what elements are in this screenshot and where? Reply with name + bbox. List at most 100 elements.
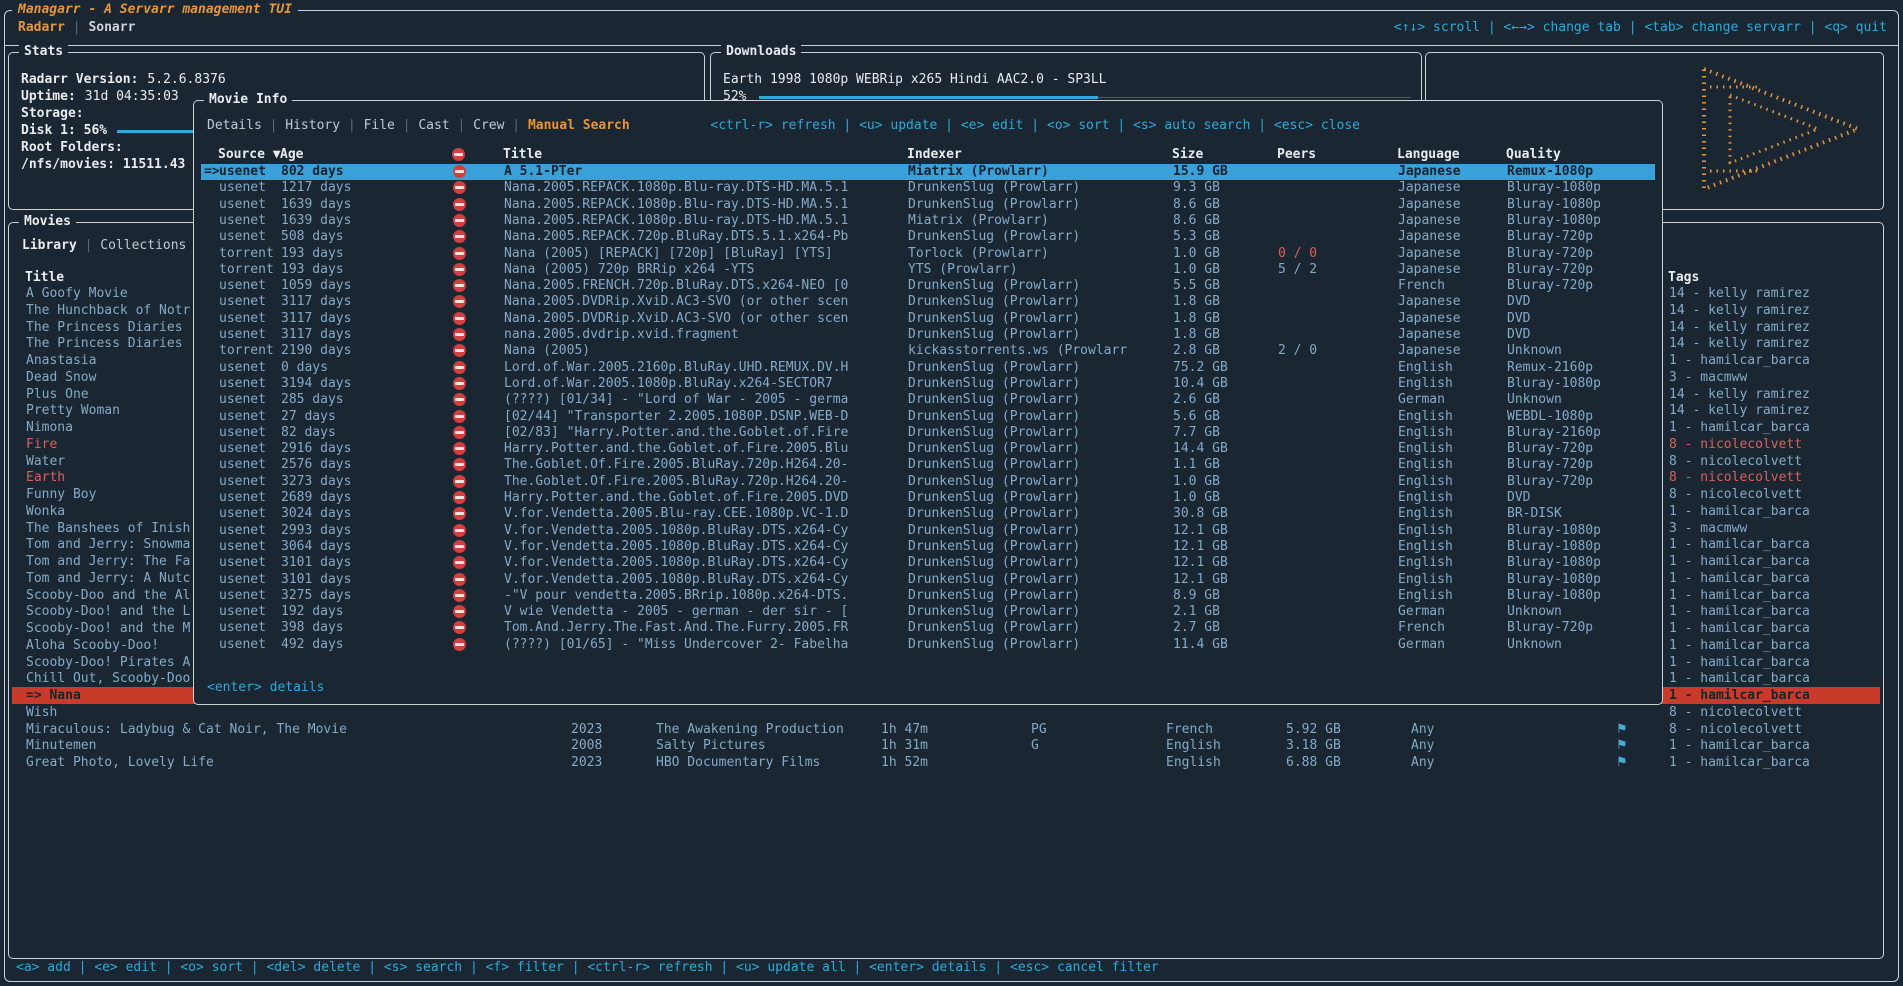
result-quality: Bluray-720p	[1507, 620, 1593, 636]
result-source: usenet	[219, 197, 266, 213]
result-age: 3273 days	[281, 474, 351, 490]
movie-quality-profile: Any	[1411, 754, 1434, 771]
result-language: German	[1398, 604, 1445, 620]
search-result-row[interactable]: usenet192 daysV wie Vendetta - 2005 - ge…	[201, 604, 1655, 620]
search-result-row[interactable]: usenet3117 daysNana.2005.DVDRip.XviD.AC3…	[201, 311, 1655, 327]
search-result-row[interactable]: usenet0 daysLord.of.War.2005.2160p.BluRa…	[201, 360, 1655, 376]
result-title: [02/44] "Transporter 2.2005.1080P.DSNP.W…	[504, 409, 902, 425]
result-title: Nana.2005.DVDRip.XviD.AC3-SVO (or other …	[504, 294, 902, 310]
no-entry-icon	[453, 621, 466, 634]
movie-tag: 14 - kelly ramirez	[1669, 402, 1810, 419]
search-result-row[interactable]: torrent193 daysNana (2005) [REPACK] [720…	[201, 246, 1655, 262]
no-entry-icon	[453, 230, 466, 243]
search-result-row[interactable]: usenet3101 daysV.for.Vendetta.2005.1080p…	[201, 555, 1655, 571]
no-entry-icon	[453, 198, 466, 211]
search-result-row[interactable]: usenet3273 daysThe.Goblet.Of.Fire.2005.B…	[201, 474, 1655, 490]
result-size: 12.1 GB	[1173, 572, 1228, 588]
search-result-row[interactable]: usenet3101 daysV.for.Vendetta.2005.1080p…	[201, 572, 1655, 588]
result-quality: Bluray-720p	[1507, 246, 1593, 262]
result-age: 1217 days	[281, 180, 351, 196]
result-language: English	[1398, 425, 1453, 441]
result-language: English	[1398, 409, 1453, 425]
search-result-row[interactable]: usenet3275 days-"V pour vendetta.2005.BR…	[201, 588, 1655, 604]
result-indexer: DrunkenSlug (Prowlarr)	[908, 376, 1168, 392]
movie-year: 2008	[571, 737, 602, 754]
result-indexer: DrunkenSlug (Prowlarr)	[908, 392, 1168, 408]
result-language: German	[1398, 637, 1445, 653]
movie-tag: 14 - kelly ramirez	[1669, 302, 1810, 319]
result-quality: Unknown	[1507, 604, 1562, 620]
result-indexer: DrunkenSlug (Prowlarr)	[908, 425, 1168, 441]
search-result-row[interactable]: usenet2993 daysV.for.Vendetta.2005.1080p…	[201, 523, 1655, 539]
result-quality: Bluray-720p	[1507, 441, 1593, 457]
search-result-row[interactable]: usenet3064 daysV.for.Vendetta.2005.1080p…	[201, 539, 1655, 555]
search-result-row[interactable]: usenet1639 daysNana.2005.REPACK.1080p.Bl…	[201, 197, 1655, 213]
no-entry-icon	[453, 344, 466, 357]
movie-tag: 1 - hamilcar_barca	[1669, 670, 1810, 687]
search-result-row[interactable]: usenet1217 daysNana.2005.REPACK.1080p.Bl…	[201, 180, 1655, 196]
movie-row[interactable]: Miraculous: Ladybug & Cat Noir, The Movi…	[12, 721, 1880, 738]
result-age: 3275 days	[281, 588, 351, 604]
search-result-row[interactable]: usenet2916 daysHarry.Potter.and.the.Gobl…	[201, 441, 1655, 457]
search-result-row[interactable]: usenet398 daysTom.And.Jerry.The.Fast.And…	[201, 620, 1655, 636]
result-language: English	[1398, 506, 1453, 522]
movie-title: The Hunchback of Notr	[26, 302, 190, 319]
result-language: Japanese	[1398, 262, 1461, 278]
search-result-row[interactable]: usenet2576 daysThe.Goblet.Of.Fire.2005.B…	[201, 457, 1655, 473]
search-result-row[interactable]: usenet3024 daysV.for.Vendetta.2005.Blu-r…	[201, 506, 1655, 522]
result-language: English	[1398, 360, 1453, 376]
movie-tag: 8 - nicolecolvett	[1669, 436, 1802, 453]
no-entry-icon	[453, 247, 466, 260]
search-result-row[interactable]: usenet2689 daysHarry.Potter.and.the.Gobl…	[201, 490, 1655, 506]
result-indexer: DrunkenSlug (Prowlarr)	[908, 180, 1168, 196]
tab-radarr[interactable]: Radarr	[18, 20, 65, 35]
search-result-row[interactable]: usenet1059 daysNana.2005.FRENCH.720p.Blu…	[201, 278, 1655, 294]
result-source: usenet	[219, 392, 266, 408]
movie-title: The Princess Diaries	[26, 319, 183, 336]
search-result-row[interactable]: usenet508 daysNana.2005.REPACK.720p.BluR…	[201, 229, 1655, 245]
result-source: usenet	[219, 506, 266, 522]
result-age: 3064 days	[281, 539, 351, 555]
result-quality: Bluray-1080p	[1507, 213, 1601, 229]
movie-title: Pretty Woman	[26, 402, 120, 419]
result-age: 82 days	[281, 425, 336, 441]
search-result-row[interactable]: torrent2190 daysNana (2005)kickasstorren…	[201, 343, 1655, 359]
movie-row[interactable]: Minutemen2008Salty Pictures1h 31mGEnglis…	[12, 737, 1880, 754]
result-age: 192 days	[281, 604, 344, 620]
search-result-row[interactable]: usenet492 days(????) [01/65] - "Miss Und…	[201, 637, 1655, 653]
result-size: 1.8 GB	[1173, 327, 1220, 343]
search-result-row[interactable]: usenet82 days[02/83] "Harry.Potter.and.t…	[201, 425, 1655, 441]
movie-tag: 3 - macmww	[1669, 520, 1747, 537]
movie-title: Aloha Scooby-Doo!	[26, 637, 159, 654]
result-title: Nana (2005)	[504, 343, 902, 359]
root-folders-label: Root Folders:	[21, 140, 123, 156]
search-result-row[interactable]: usenet1639 daysNana.2005.REPACK.1080p.Bl…	[201, 213, 1655, 229]
result-title: V.for.Vendetta.2005.Blu-ray.CEE.1080p.VC…	[504, 506, 902, 522]
result-title: V.for.Vendetta.2005.1080p.BluRay.DTS.x26…	[504, 539, 902, 555]
result-source: usenet	[219, 490, 266, 506]
search-result-row[interactable]: usenet3194 daysLord.of.War.2005.1080p.Bl…	[201, 376, 1655, 392]
tab-sonarr[interactable]: Sonarr	[88, 20, 135, 35]
movie-row[interactable]: Great Photo, Lovely Life2023HBO Document…	[12, 754, 1880, 771]
search-result-row[interactable]: =>usenet802 daysA 5.1-PTerMiatrix (Prowl…	[201, 164, 1655, 180]
result-title: Nana (2005) 720p BRRip x264 -YTS	[504, 262, 902, 278]
no-entry-icon	[453, 410, 466, 423]
result-language: Japanese	[1398, 180, 1461, 196]
result-size: 12.1 GB	[1173, 523, 1228, 539]
movie-row[interactable]: Wish8 - nicolecolvett	[12, 704, 1880, 721]
search-result-row[interactable]: usenet285 days(????) [01/34] - "Lord of …	[201, 392, 1655, 408]
movie-title: Earth	[26, 469, 65, 486]
result-title: -"V pour vendetta.2005.BRrip.1080p.x264-…	[504, 588, 902, 604]
result-size: 8.9 GB	[1173, 588, 1220, 604]
search-result-row[interactable]: usenet3117 daysnana.2005.dvdrip.xvid.fra…	[201, 327, 1655, 343]
search-result-row[interactable]: usenet3117 daysNana.2005.DVDRip.XviD.AC3…	[201, 294, 1655, 310]
result-title: [02/83] "Harry.Potter.and.the.Goblet.of.…	[504, 425, 902, 441]
monitored-flag-icon: ⚑	[1616, 737, 1628, 754]
search-result-row[interactable]: torrent193 daysNana (2005) 720p BRRip x2…	[201, 262, 1655, 278]
movie-title: Tom and Jerry: Snowma	[26, 536, 190, 553]
app-window: Managarr - A Servarr management TUI Rada…	[0, 0, 1903, 986]
search-result-row[interactable]: usenet27 days[02/44] "Transporter 2.2005…	[201, 409, 1655, 425]
movie-quality-profile: Any	[1411, 721, 1434, 738]
movie-title: Tom and Jerry: A Nutc	[26, 570, 190, 587]
result-source: torrent	[219, 343, 274, 359]
